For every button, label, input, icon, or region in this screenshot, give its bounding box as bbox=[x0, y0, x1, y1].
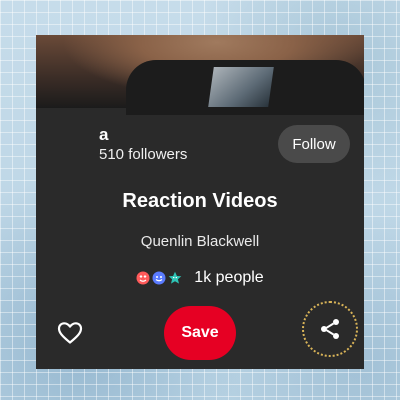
board-cover-image[interactable] bbox=[36, 35, 364, 115]
reactions-row[interactable]: 1k people bbox=[36, 269, 364, 287]
share-button[interactable] bbox=[302, 301, 358, 357]
board-title: Reaction Videos bbox=[122, 190, 278, 212]
blue-smile-face-icon bbox=[152, 271, 166, 285]
board-card: a 510 followers Follow Reaction Videos Q… bbox=[36, 35, 364, 369]
teal-star-face-icon bbox=[168, 271, 182, 284]
share-icon bbox=[321, 319, 339, 339]
heart-eyes-face-icon bbox=[136, 271, 150, 285]
reaction-count: 1k people bbox=[194, 269, 264, 286]
heart-outline-icon bbox=[57, 322, 83, 344]
follow-button[interactable]: Follow bbox=[278, 125, 350, 163]
cover-shirt-print bbox=[208, 67, 274, 107]
like-button[interactable] bbox=[56, 319, 84, 347]
followers-count: 510 followers bbox=[99, 146, 188, 163]
board-owner-name[interactable]: a bbox=[99, 125, 108, 145]
board-creator[interactable]: Quenlin Blackwell bbox=[36, 233, 364, 250]
save-button[interactable]: Save bbox=[164, 306, 236, 360]
reaction-icons bbox=[136, 271, 182, 285]
